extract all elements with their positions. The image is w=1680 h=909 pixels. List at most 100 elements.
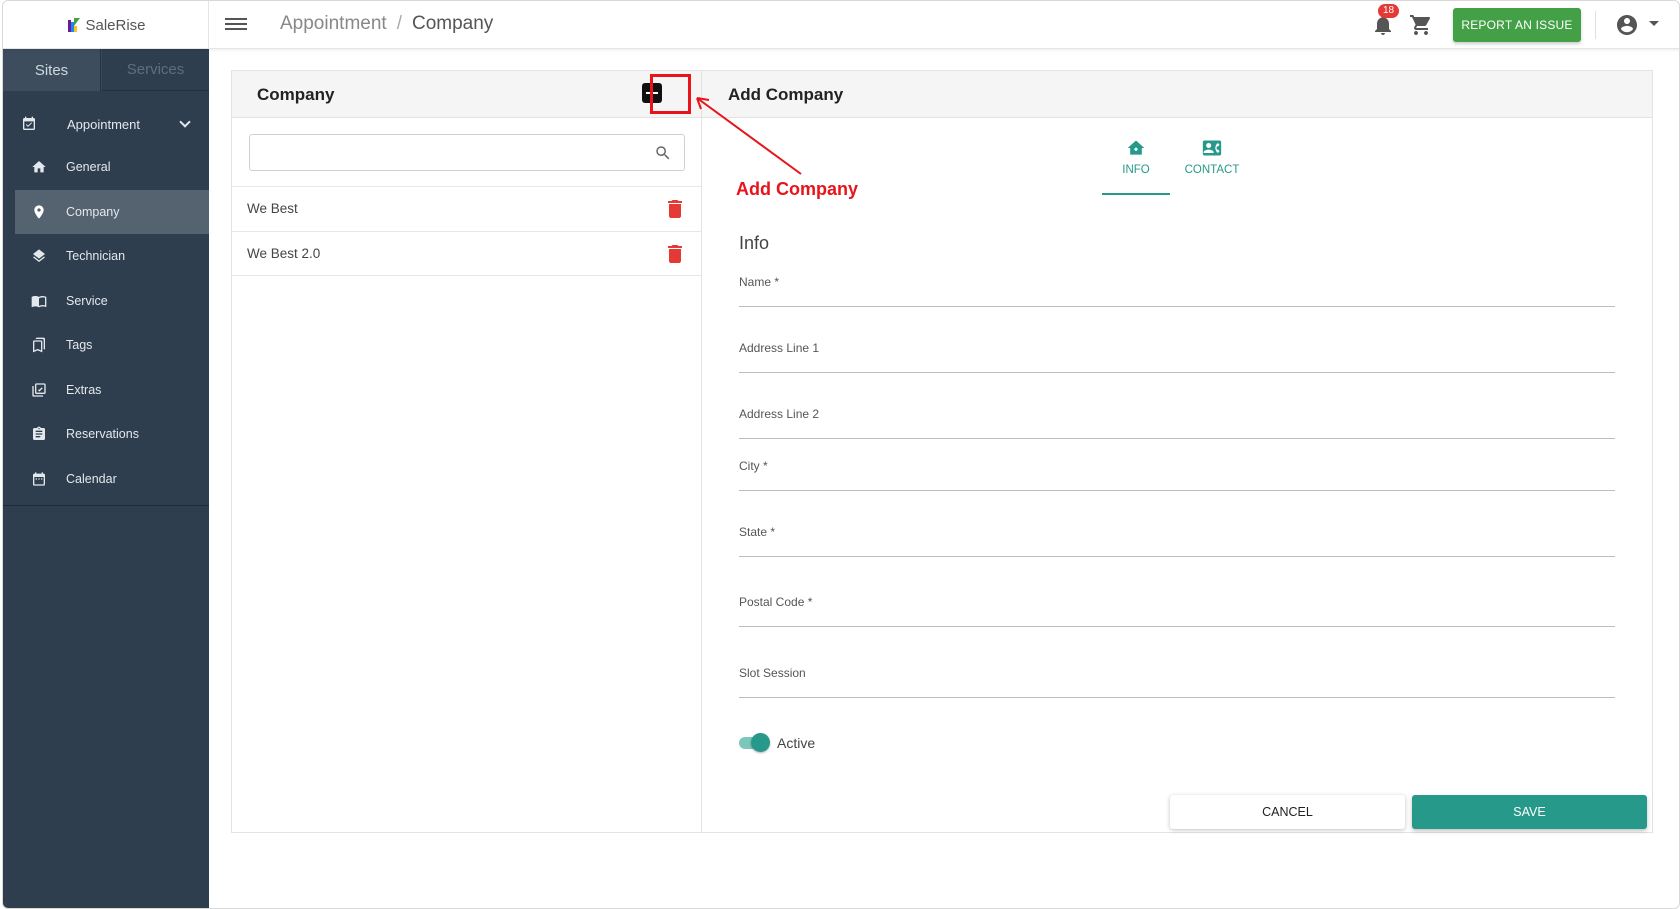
hamburger-menu-icon[interactable] <box>225 15 247 35</box>
app-window: SaleRise Appointment / Company 18 REPORT… <box>2 0 1680 909</box>
tab-contact[interactable]: CONTACT <box>1178 133 1246 195</box>
list-item[interactable]: We Best 2.0 <box>232 231 701 276</box>
field-label: Name * <box>739 275 780 289</box>
sidebar-item-label: Calendar <box>66 471 117 486</box>
field-label: Slot Session <box>739 666 806 680</box>
location-pin-icon <box>34 205 44 219</box>
tab-info[interactable]: INFO <box>1102 133 1170 195</box>
report-issue-button[interactable]: REPORT AN ISSUE <box>1453 8 1581 42</box>
sidebar-group-appointment[interactable]: Appointment <box>3 103 209 145</box>
field-label: Address Line 1 <box>739 341 820 355</box>
contact-card-icon <box>1202 140 1222 156</box>
main-content: Company We Best We Best 2.0 Add Company … <box>209 49 1679 908</box>
cancel-button[interactable]: CANCEL <box>1170 795 1405 829</box>
sidebar: Sites Services Appointment General Compa… <box>3 49 209 908</box>
sidebar-tabs: Sites Services <box>3 49 209 91</box>
active-label: Active <box>777 735 816 751</box>
sidebar-item-company[interactable]: Company <box>15 189 209 234</box>
breadcrumb-item-appointment[interactable]: Appointment <box>280 13 387 35</box>
sidebar-group-label: Appointment <box>67 116 140 132</box>
sidebar-item-extras[interactable]: Extras <box>3 368 209 413</box>
logo[interactable]: SaleRise <box>65 16 146 34</box>
library-add-icon <box>32 383 46 397</box>
sidebar-item-reservations[interactable]: Reservations <box>3 412 209 457</box>
sidebar-item-service[interactable]: Service <box>3 279 209 324</box>
save-button[interactable]: SAVE <box>1412 795 1647 829</box>
sidebar-item-label: Service <box>66 293 108 308</box>
top-bar: SaleRise Appointment / Company 18 REPORT… <box>3 1 1679 49</box>
sidebar-divider <box>3 505 209 506</box>
field-label: State * <box>739 525 776 539</box>
calendar-check-icon <box>23 116 35 130</box>
sidebar-item-calendar[interactable]: Calendar <box>3 457 209 502</box>
sidebar-nav: Appointment General Company Technician S… <box>3 103 209 501</box>
sidebar-item-technician[interactable]: Technician <box>3 234 209 279</box>
account-dropdown-caret-icon[interactable] <box>1649 21 1659 26</box>
add-company-button[interactable] <box>642 83 662 103</box>
company-name: We Best 2.0 <box>247 246 321 261</box>
search-box <box>249 134 685 171</box>
section-title: Info <box>739 233 770 253</box>
city-field: City * <box>739 451 1615 491</box>
search-icon[interactable] <box>654 144 672 162</box>
list-item[interactable]: We Best <box>232 186 701 231</box>
clipboard-icon <box>33 426 45 441</box>
sidebar-item-label: Reservations <box>66 427 139 442</box>
tab-sites[interactable]: Sites <box>3 49 101 91</box>
delete-icon[interactable] <box>668 200 682 218</box>
toggle-knob <box>751 733 770 752</box>
book-icon <box>31 295 47 308</box>
home-icon <box>1127 140 1145 155</box>
search-input[interactable] <box>258 141 638 165</box>
breadcrumb-item-company: Company <box>411 13 494 34</box>
panel-title: Company <box>257 85 335 104</box>
name-input[interactable] <box>739 288 1615 304</box>
salerise-logo-icon <box>68 18 81 32</box>
field-label: City * <box>739 459 768 473</box>
account-circle-icon[interactable] <box>1615 13 1639 37</box>
tab-services[interactable]: Services <box>101 49 209 91</box>
notification-count-badge: 18 <box>1378 4 1400 18</box>
sidebar-item-general[interactable]: General <box>3 145 209 190</box>
logo-area: SaleRise <box>3 1 209 49</box>
sidebar-item-tags[interactable]: Tags <box>3 323 209 368</box>
form-tabs: INFO CONTACT <box>1102 133 1254 195</box>
home-icon <box>32 161 46 173</box>
company-name: We Best <box>247 201 298 216</box>
state-input[interactable] <box>739 538 1615 554</box>
sidebar-item-label: Tags <box>66 338 93 353</box>
active-toggle[interactable] <box>739 733 770 752</box>
panel-title: Add Company <box>728 85 844 104</box>
slot-session-field: Slot Session <box>739 658 1615 698</box>
postal-code-input[interactable] <box>739 608 1615 624</box>
breadcrumb: Appointment / Company <box>280 13 493 35</box>
field-label: Address Line 2 <box>739 407 820 421</box>
add-company-panel: Add Company INFO CONTACT Info Name * Add… <box>702 70 1653 833</box>
slot-session-input[interactable] <box>739 679 1615 695</box>
tab-label: CONTACT <box>1184 164 1240 176</box>
bookmark-icon <box>33 337 45 353</box>
state-field: State * <box>739 517 1615 557</box>
address-line-2-input[interactable] <box>739 420 1615 436</box>
postal-code-field: Postal Code * <box>739 587 1615 627</box>
name-field: Name * <box>739 267 1615 307</box>
logo-text: SaleRise <box>85 16 146 34</box>
breadcrumb-separator: / <box>396 13 402 34</box>
sidebar-item-label: General <box>66 160 111 175</box>
layers-icon <box>33 249 45 263</box>
calendar-icon <box>33 472 45 486</box>
delete-icon[interactable] <box>668 245 682 263</box>
sidebar-item-label: Technician <box>66 249 126 264</box>
company-list: We Best We Best 2.0 <box>232 186 701 276</box>
panel-header: Add Company <box>702 71 1652 118</box>
divider <box>1595 11 1596 39</box>
address-line-1-input[interactable] <box>739 354 1615 370</box>
city-input[interactable] <box>739 472 1615 488</box>
field-label: Postal Code * <box>739 595 813 609</box>
tab-label: INFO <box>1122 164 1150 176</box>
panel-header: Company <box>232 71 701 118</box>
address-line-1-field: Address Line 1 <box>739 333 1615 373</box>
cart-icon[interactable] <box>1409 13 1433 37</box>
sidebar-item-label: Extras <box>66 382 102 397</box>
sidebar-item-label: Company <box>66 204 120 219</box>
